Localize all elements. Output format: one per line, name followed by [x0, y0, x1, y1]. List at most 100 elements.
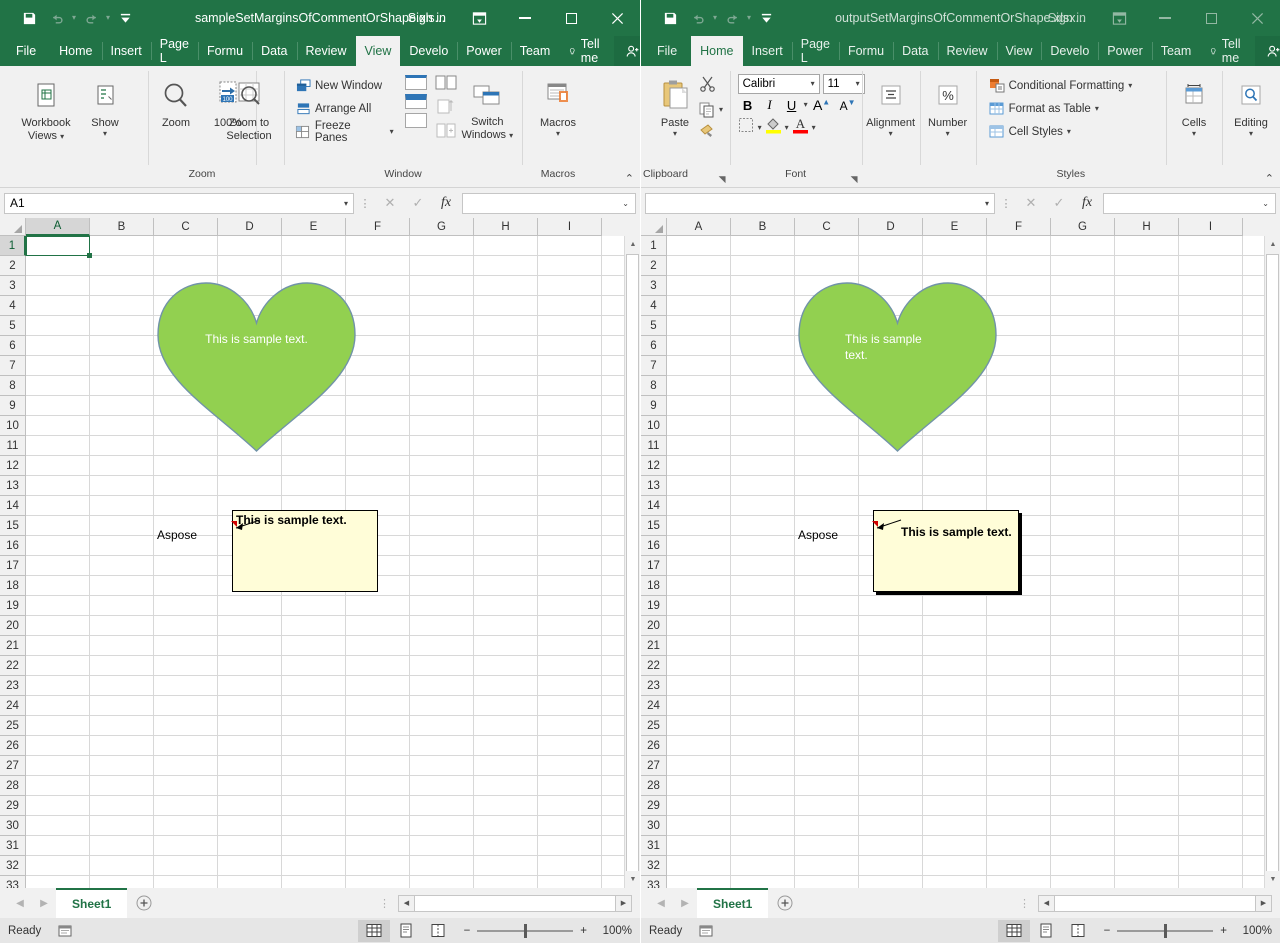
row-header-30[interactable]: 30 — [0, 816, 26, 836]
tab-developer[interactable]: Develo — [400, 36, 457, 66]
name-box[interactable]: A1 ▾ — [4, 193, 354, 214]
show-button[interactable]: Show ▾ — [77, 72, 133, 141]
close-icon[interactable] — [1234, 0, 1280, 36]
row-header-9[interactable]: 9 — [641, 396, 667, 416]
vscroll-thumb[interactable] — [1266, 254, 1279, 874]
insert-function-icon[interactable]: fx — [1073, 193, 1101, 214]
add-sheet-icon[interactable] — [768, 888, 802, 918]
name-box-caret-icon[interactable]: ▾ — [344, 199, 348, 208]
page-layout-view-icon[interactable] — [1030, 920, 1062, 942]
hscroll-left-icon[interactable]: ◀ — [1038, 895, 1055, 912]
cells-left[interactable]: Aspose This is sample text. This is samp… — [26, 236, 624, 888]
row-header-3[interactable]: 3 — [641, 276, 667, 296]
tab-insert[interactable]: Insert — [102, 36, 151, 66]
cancel-icon[interactable]: ✕ — [1017, 193, 1045, 214]
tab-insert[interactable]: Insert — [743, 36, 792, 66]
formula-expand-caret-icon[interactable]: ⌄ — [622, 199, 629, 208]
tell-me-box[interactable]: Tell me — [1200, 36, 1255, 66]
tab-view[interactable]: View — [997, 36, 1042, 66]
undo-dropdown-caret[interactable]: ▾ — [713, 14, 717, 22]
cells-right[interactable]: Aspose This is sample text. This is samp… — [667, 236, 1264, 888]
row-header-19[interactable]: 19 — [0, 596, 26, 616]
sheet-bar-grip[interactable]: ⋮ — [1011, 897, 1038, 910]
tab-power[interactable]: Power — [1098, 36, 1151, 66]
row-header-4[interactable]: 4 — [641, 296, 667, 316]
page-break-preview-icon[interactable] — [1062, 920, 1094, 942]
scroll-up-icon[interactable]: ▲ — [625, 236, 640, 253]
name-box[interactable]: ▾ — [645, 193, 995, 214]
sheet-bar-grip[interactable]: ⋮ — [371, 897, 398, 910]
tab-home[interactable]: Home — [691, 36, 742, 66]
tab-data[interactable]: Data — [893, 36, 937, 66]
share-button[interactable]: Share — [614, 36, 640, 66]
col-header-A[interactable]: A — [667, 218, 731, 236]
hscroll-track[interactable] — [415, 895, 615, 912]
redo-dropdown-caret[interactable]: ▾ — [747, 14, 751, 22]
zoom-slider[interactable] — [1117, 924, 1213, 938]
col-header-I[interactable]: I — [1179, 218, 1243, 236]
number-button[interactable]: % Number ▾ — [922, 72, 974, 141]
zoom-percent[interactable]: 100% — [594, 925, 632, 937]
row-header-23[interactable]: 23 — [641, 676, 667, 696]
font-dialog-launcher-icon[interactable]: ◥ — [851, 174, 858, 185]
cells-button[interactable]: Cells ▾ — [1170, 72, 1218, 141]
row-header-10[interactable]: 10 — [641, 416, 667, 436]
select-all-corner[interactable] — [641, 218, 667, 236]
zoom-thumb[interactable] — [524, 924, 527, 938]
row-header-30[interactable]: 30 — [641, 816, 667, 836]
collapse-ribbon-icon[interactable]: ⌃ — [625, 172, 634, 185]
col-header-D[interactable]: D — [218, 218, 282, 236]
tell-me-box[interactable]: Tell me — [559, 36, 614, 66]
enter-icon[interactable]: ✓ — [404, 193, 432, 214]
fill-color-caret-icon[interactable]: ▾ — [785, 124, 789, 132]
zoom-out-icon[interactable]: − — [464, 925, 471, 937]
arrange-all-button[interactable]: Arrange All — [292, 97, 397, 120]
tab-review[interactable]: Review — [297, 36, 356, 66]
heart-shape[interactable]: This is sample text. — [795, 279, 1000, 454]
row-header-29[interactable]: 29 — [0, 796, 26, 816]
synchronous-scrolling-icon[interactable] — [435, 99, 457, 119]
decrease-font-size-button[interactable]: A▼ — [836, 98, 860, 113]
row-header-26[interactable]: 26 — [0, 736, 26, 756]
row-header-13[interactable]: 13 — [0, 476, 26, 496]
enter-icon[interactable]: ✓ — [1045, 193, 1073, 214]
tab-team[interactable]: Team — [1152, 36, 1201, 66]
row-header-7[interactable]: 7 — [0, 356, 26, 376]
zoom-control-right[interactable]: − + 100% — [1094, 924, 1272, 938]
copy-button[interactable]: ▾ — [699, 102, 723, 118]
hscroll-track[interactable] — [1055, 895, 1255, 912]
horizontal-scrollbar-left[interactable]: ◀ ▶ — [398, 895, 632, 912]
hscroll-right-icon[interactable]: ▶ — [615, 895, 632, 912]
paste-caret[interactable]: ▾ — [673, 130, 677, 138]
zoom-control-left[interactable]: − + 100% — [454, 924, 632, 938]
tab-data[interactable]: Data — [252, 36, 296, 66]
zoom-percent[interactable]: 100% — [1234, 925, 1272, 937]
sign-in-button[interactable]: Sign in — [1038, 11, 1096, 25]
zoom-thumb[interactable] — [1164, 924, 1167, 938]
cancel-icon[interactable]: ✕ — [376, 193, 404, 214]
freeze-panes-caret[interactable]: ▾ — [390, 128, 394, 136]
row-header-22[interactable]: 22 — [0, 656, 26, 676]
row-header-29[interactable]: 29 — [641, 796, 667, 816]
show-caret[interactable]: ▾ — [103, 130, 107, 138]
row-header-20[interactable]: 20 — [0, 616, 26, 636]
hscroll-left-icon[interactable]: ◀ — [398, 895, 415, 912]
accessibility-icon[interactable] — [55, 924, 75, 938]
row-header-19[interactable]: 19 — [641, 596, 667, 616]
switch-windows-button[interactable]: Switch Windows ▾ — [457, 72, 518, 144]
row-header-16[interactable]: 16 — [641, 536, 667, 556]
row-header-12[interactable]: 12 — [641, 456, 667, 476]
row-header-5[interactable]: 5 — [641, 316, 667, 336]
row-header-31[interactable]: 31 — [0, 836, 26, 856]
insert-function-icon[interactable]: fx — [432, 193, 460, 214]
row-header-21[interactable]: 21 — [641, 636, 667, 656]
cell-styles-button[interactable]: Cell Styles ▾ — [986, 120, 1136, 143]
col-header-G[interactable]: G — [410, 218, 474, 236]
row-header-11[interactable]: 11 — [641, 436, 667, 456]
row-header-26[interactable]: 26 — [641, 736, 667, 756]
font-color-caret-icon[interactable]: ▾ — [812, 124, 816, 132]
fill-color-icon[interactable] — [765, 116, 782, 139]
row-header-2[interactable]: 2 — [0, 256, 26, 276]
row-header-27[interactable]: 27 — [641, 756, 667, 776]
col-header-H[interactable]: H — [1115, 218, 1179, 236]
